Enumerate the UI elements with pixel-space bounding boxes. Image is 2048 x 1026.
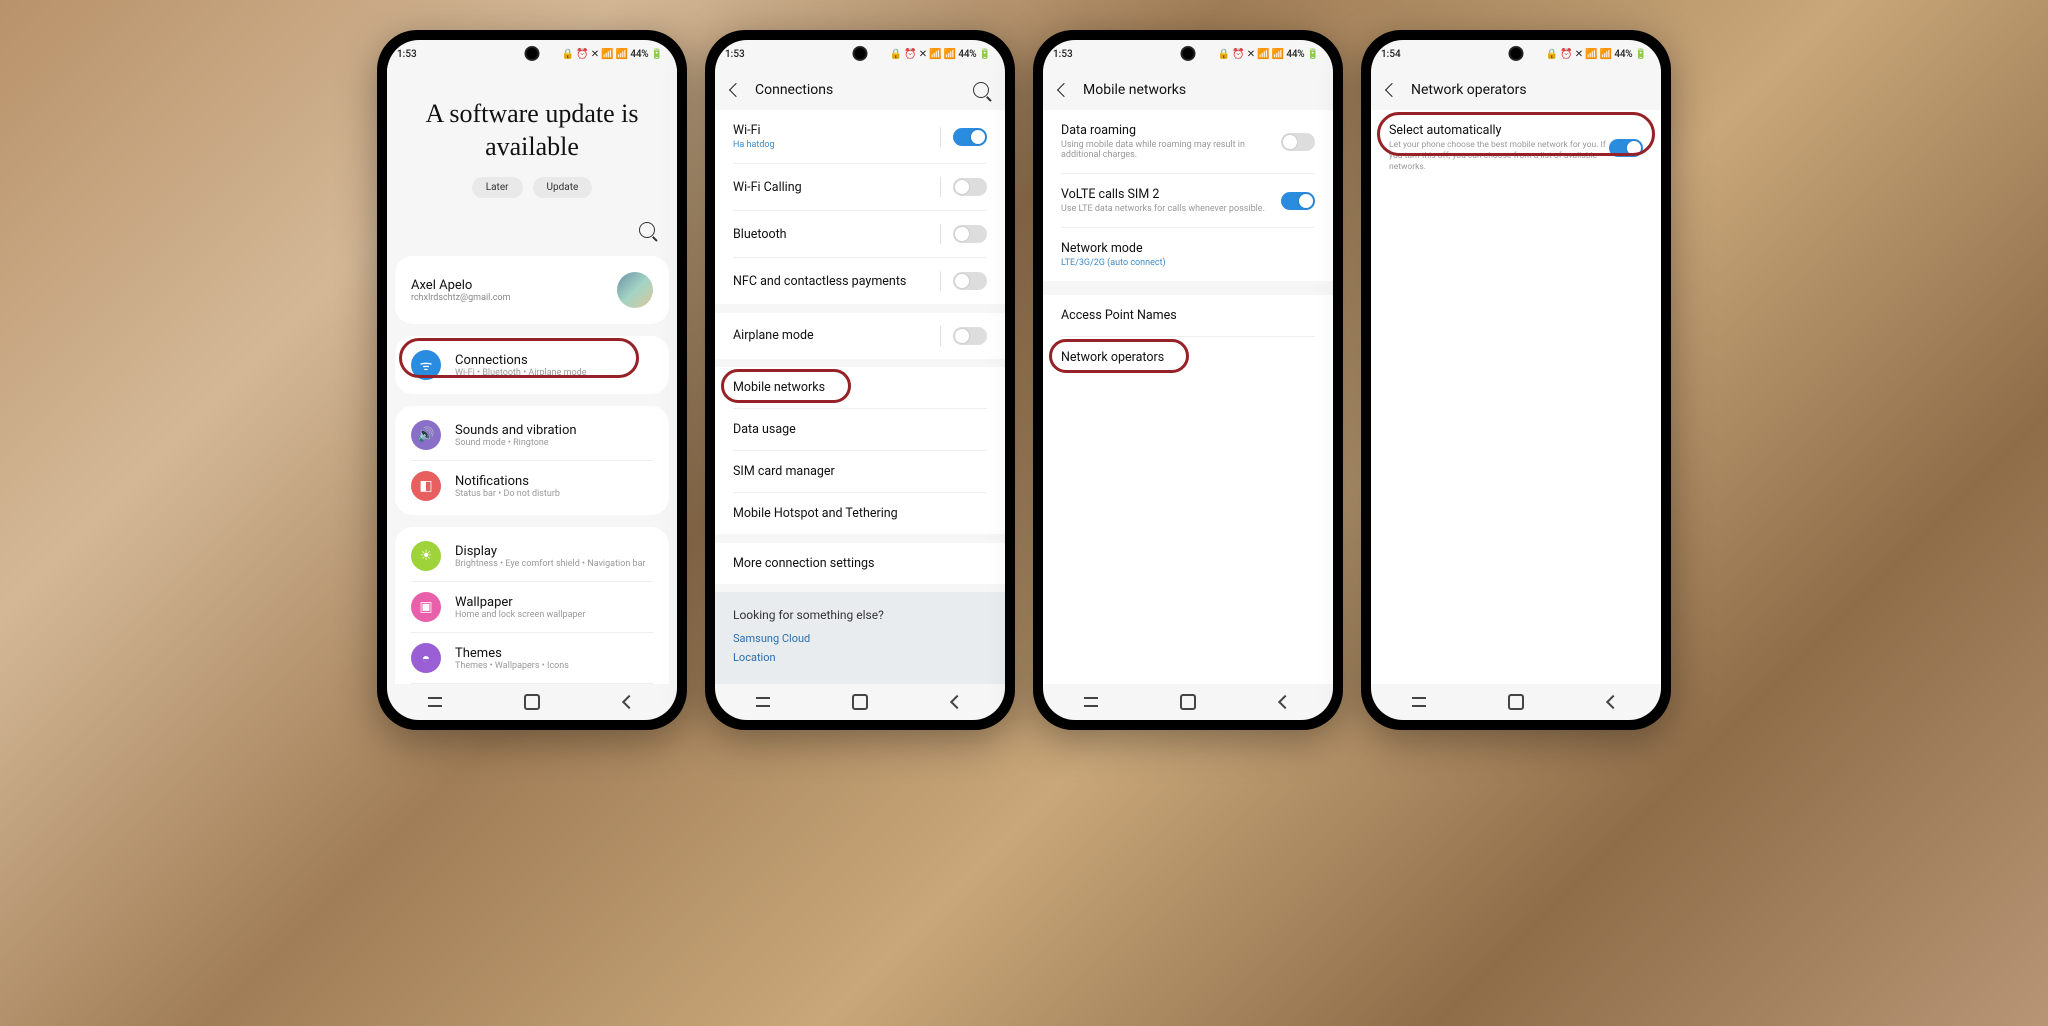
search-icon[interactable] (639, 222, 655, 238)
wallpaper-icon: ▣ (411, 592, 441, 622)
wifi-toggle[interactable] (953, 128, 987, 146)
profile-name: Axel Apelo (411, 278, 605, 293)
row-airplane[interactable]: Airplane mode (715, 313, 1005, 359)
nav-back[interactable] (942, 697, 972, 707)
page-title: Network operators (1411, 82, 1645, 98)
settings-item-display[interactable]: ☀ DisplayBrightness • Eye comfort shield… (395, 531, 669, 581)
roaming-toggle[interactable] (1281, 133, 1315, 151)
wifi-calling-toggle[interactable] (953, 178, 987, 196)
nav-home[interactable] (1173, 694, 1203, 710)
bluetooth-toggle[interactable] (953, 225, 987, 243)
nav-back[interactable] (1270, 697, 1300, 707)
row-sim-manager[interactable]: SIM card manager (715, 451, 1005, 492)
screen-connections: 1:53 🔒 ⏰ ✕ 📶 📶 44% 🔋 Connections Wi-FiHa… (715, 40, 1005, 720)
phone-1: 1:53 🔒 ⏰ ✕ 📶 📶 44% 🔋 A software update i… (377, 30, 687, 730)
nav-recent[interactable] (748, 697, 778, 707)
nav-bar (1371, 684, 1661, 720)
bell-icon: ◧ (411, 471, 441, 501)
status-bar: 1:53 🔒 ⏰ ✕ 📶 📶 44% 🔋 (1043, 40, 1333, 68)
airplane-toggle[interactable] (953, 327, 987, 345)
status-right: 🔒 ⏰ ✕ 📶 📶 44% 🔋 (1546, 49, 1647, 60)
row-bluetooth[interactable]: Bluetooth (715, 211, 1005, 257)
link-location[interactable]: Location (733, 651, 987, 664)
wifi-icon: ᯤ (411, 350, 441, 380)
status-right: 🔒 ⏰ ✕ 📶 📶 44% 🔋 (1218, 49, 1319, 60)
nav-home[interactable] (1501, 694, 1531, 710)
profile-email: rchxlrdschtz@gmail.com (411, 293, 605, 303)
status-right: 🔒 ⏰ ✕ 📶 📶 44% 🔋 (890, 49, 991, 60)
search-icon[interactable] (973, 82, 989, 98)
status-time: 1:53 (1053, 49, 1073, 60)
back-icon[interactable] (1385, 83, 1399, 97)
settings-item-wallpaper[interactable]: ▣ WallpaperHome and lock screen wallpape… (395, 582, 669, 632)
nfc-toggle[interactable] (953, 272, 987, 290)
nav-home[interactable] (845, 694, 875, 710)
row-mobile-networks[interactable]: Mobile networks (715, 367, 1005, 408)
row-wifi-calling[interactable]: Wi-Fi Calling (715, 164, 1005, 210)
later-button[interactable]: Later (472, 177, 523, 198)
row-select-automatically[interactable]: Select automaticallyLet your phone choos… (1371, 110, 1661, 186)
row-network-mode[interactable]: Network modeLTE/3G/2G (auto connect) (1043, 228, 1333, 281)
avatar (617, 272, 653, 308)
page-title: Connections (755, 82, 959, 98)
nav-bar (1043, 684, 1333, 720)
status-time: 1:53 (725, 49, 745, 60)
settings-item-sounds[interactable]: 🔊 Sounds and vibrationSound mode • Ringt… (395, 410, 669, 460)
status-bar: 1:53 🔒 ⏰ ✕ 📶 📶 44% 🔋 (715, 40, 1005, 68)
phone-4: 1:54 🔒 ⏰ ✕ 📶 📶 44% 🔋 Network operators S… (1361, 30, 1671, 730)
footer-help: Looking for something else? Samsung Clou… (715, 592, 1005, 684)
row-data-usage[interactable]: Data usage (715, 409, 1005, 450)
link-samsung-cloud[interactable]: Samsung Cloud (733, 632, 987, 645)
screen-network-operators: 1:54 🔒 ⏰ ✕ 📶 📶 44% 🔋 Network operators S… (1371, 40, 1661, 720)
row-network-operators[interactable]: Network operators (1043, 337, 1333, 378)
row-more-settings[interactable]: More connection settings (715, 543, 1005, 584)
nav-home[interactable] (517, 694, 547, 710)
back-icon[interactable] (1057, 83, 1071, 97)
settings-item-notifications[interactable]: ◧ NotificationsStatus bar • Do not distu… (395, 461, 669, 511)
nav-recent[interactable] (1404, 697, 1434, 707)
status-time: 1:53 (397, 49, 417, 60)
screen-mobile-networks: 1:53 🔒 ⏰ ✕ 📶 📶 44% 🔋 Mobile networks Dat… (1043, 40, 1333, 720)
back-icon[interactable] (729, 83, 743, 97)
row-data-roaming[interactable]: Data roamingUsing mobile data while roam… (1043, 110, 1333, 173)
nav-recent[interactable] (420, 697, 450, 707)
select-auto-toggle[interactable] (1609, 139, 1643, 157)
status-bar: 1:54 🔒 ⏰ ✕ 📶 📶 44% 🔋 (1371, 40, 1661, 68)
nav-back[interactable] (1598, 697, 1628, 707)
row-nfc[interactable]: NFC and contactless payments (715, 258, 1005, 304)
row-hotspot[interactable]: Mobile Hotspot and Tethering (715, 493, 1005, 534)
status-time: 1:54 (1381, 49, 1401, 60)
status-right: 🔒 ⏰ ✕ 📶 📶 44% 🔋 (562, 49, 663, 60)
update-banner-title: A software update is available (387, 68, 677, 177)
row-volte[interactable]: VoLTE calls SIM 2Use LTE data networks f… (1043, 174, 1333, 227)
update-button[interactable]: Update (533, 177, 593, 198)
profile-row[interactable]: Axel Apelo rchxlrdschtz@gmail.com (395, 260, 669, 320)
phone-3: 1:53 🔒 ⏰ ✕ 📶 📶 44% 🔋 Mobile networks Dat… (1033, 30, 1343, 730)
themes-icon: ◓ (411, 643, 441, 673)
nav-bar (387, 684, 677, 720)
status-bar: 1:53 🔒 ⏰ ✕ 📶 📶 44% 🔋 (387, 40, 677, 68)
page-title: Mobile networks (1083, 82, 1317, 98)
screen-settings-main: 1:53 🔒 ⏰ ✕ 📶 📶 44% 🔋 A software update i… (387, 40, 677, 720)
display-icon: ☀ (411, 541, 441, 571)
nav-recent[interactable] (1076, 697, 1106, 707)
sound-icon: 🔊 (411, 420, 441, 450)
nav-bar (715, 684, 1005, 720)
volte-toggle[interactable] (1281, 192, 1315, 210)
nav-back[interactable] (614, 697, 644, 707)
row-apn[interactable]: Access Point Names (1043, 295, 1333, 336)
phone-2: 1:53 🔒 ⏰ ✕ 📶 📶 44% 🔋 Connections Wi-FiHa… (705, 30, 1015, 730)
settings-item-connections[interactable]: ᯤ ConnectionsWi-Fi • Bluetooth • Airplan… (395, 340, 669, 390)
row-wifi[interactable]: Wi-FiHa hatdog (715, 110, 1005, 163)
settings-item-themes[interactable]: ◓ ThemesThemes • Wallpapers • Icons (395, 633, 669, 683)
